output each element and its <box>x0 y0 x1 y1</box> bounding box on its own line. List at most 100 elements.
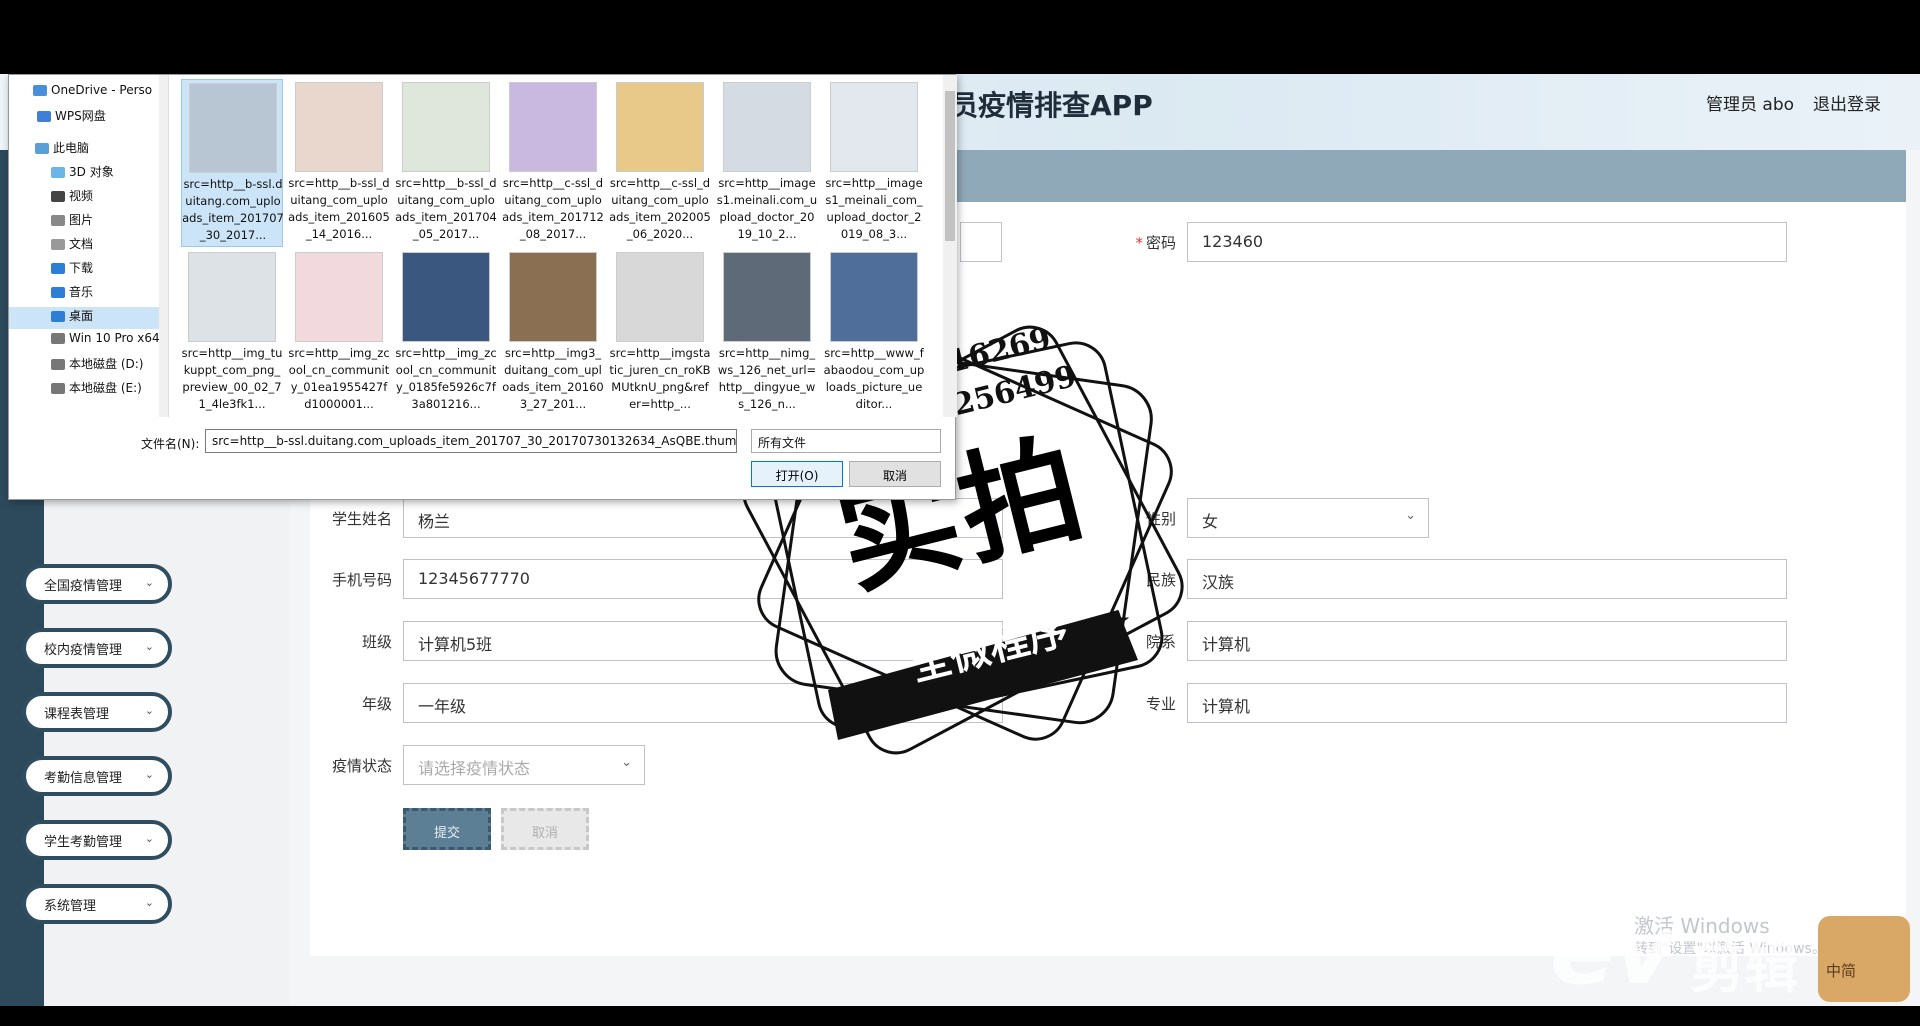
file-thumbnail[interactable]: src=http__nimg_ws_126_net_url=http__ding… <box>716 249 818 417</box>
image-icon <box>402 82 490 172</box>
file-caption: src=http__b-ssl_duitang_com_uploads_item… <box>288 176 390 241</box>
chevron-down-icon: ⌄ <box>144 640 154 653</box>
menu-student-attendance[interactable]: 学生考勤管理 ⌄ <box>22 820 172 860</box>
grade-field[interactable]: 一年级 <box>403 683 1003 723</box>
image-icon <box>295 252 383 342</box>
file-open-dialog: OneDrive - Perso WPS网盘 此电脑 3D 对象 视频 图片 文… <box>8 74 957 500</box>
file-caption: src=http__images1_meinali_com_upload_doc… <box>825 176 923 241</box>
admin-label: 管理员 abo <box>1706 95 1795 115</box>
file-thumbnail[interactable]: src=http__b-ssl_duitang_com_uploads_item… <box>395 79 497 247</box>
file-thumbnail[interactable]: src=http__b-ssl.duitang.com_uploads_item… <box>181 79 284 247</box>
file-thumbnail[interactable]: src=http__www_fabaodou_com_uploads_pictu… <box>823 249 925 417</box>
file-caption: src=http__img_zcool_cn_community_01ea195… <box>288 346 390 411</box>
class-field[interactable]: 计算机5班 <box>403 621 1003 661</box>
filename-input[interactable]: src=http__b-ssl.duitang.com_uploads_item… <box>205 429 737 453</box>
nav-label: 本地磁盘 (D:) <box>69 357 144 371</box>
scrollbar-thumb[interactable] <box>945 91 955 241</box>
chevron-down-icon: ⌄ <box>144 896 154 909</box>
image-icon <box>295 82 383 172</box>
file-thumbnail[interactable]: src=http__images1_meinali_com_upload_doc… <box>823 79 925 247</box>
file-grid-scrollbar[interactable] <box>943 75 957 417</box>
file-thumbnail[interactable]: src=http__images1.meinali.com_upload_doc… <box>716 79 818 247</box>
menu-national-epidemic[interactable]: 全国疫情管理 ⌄ <box>22 564 172 604</box>
nav-this-pc[interactable]: 此电脑 <box>35 139 168 161</box>
nav-onedrive[interactable]: OneDrive - Perso <box>33 83 168 105</box>
menu-system[interactable]: 系统管理 ⌄ <box>22 884 172 924</box>
image-icon <box>189 83 277 173</box>
file-thumbnail[interactable]: src=http__img_tukuppt_com_png_preview_00… <box>181 249 283 417</box>
nav-label: 文档 <box>69 237 94 251</box>
nav-label: 视频 <box>69 189 94 203</box>
nav-videos[interactable]: 视频 <box>51 187 168 209</box>
epidemic-status-placeholder: 请选择疫情状态 <box>418 759 531 778</box>
nav-downloads[interactable]: 下载 <box>51 259 168 281</box>
password-label: * 密码 <box>1135 234 1176 252</box>
file-caption: src=http__nimg_ws_126_net_url=http__ding… <box>717 346 817 411</box>
dog-badge-label: 中简 <box>1826 962 1857 980</box>
department-field[interactable]: 计算机 <box>1187 621 1787 661</box>
nav-desktop[interactable]: 桌面 <box>9 307 159 329</box>
nav-documents[interactable]: 文档 <box>51 235 168 257</box>
menu-label: 课程表管理 <box>44 707 110 722</box>
logout-link[interactable]: 退出登录 <box>1813 90 1881 115</box>
nav-label: 下载 <box>69 261 94 275</box>
nav-pictures[interactable]: 图片 <box>51 211 168 233</box>
open-button[interactable]: 打开(O) <box>751 461 843 487</box>
nav-label: 桌面 <box>69 309 94 323</box>
nav-music[interactable]: 音乐 <box>51 283 168 305</box>
menu-attendance-info[interactable]: 考勤信息管理 ⌄ <box>22 756 172 796</box>
ev-brand-watermark: 剪辑 <box>1690 937 1798 1000</box>
cancel-button[interactable]: 取消 <box>501 808 589 850</box>
major-field[interactable]: 计算机 <box>1187 683 1787 723</box>
nav-drive-d[interactable]: 本地磁盘 (D:) <box>51 355 168 377</box>
file-thumbnail[interactable]: src=http__img_zcool_cn_community_01ea195… <box>288 249 390 417</box>
file-thumbnail[interactable]: src=http__img3_duitang_com_uploads_item_… <box>502 249 604 417</box>
nav-drive-c[interactable]: Win 10 Pro x64 <box>51 331 168 353</box>
gender-select[interactable]: 女 ⌄ <box>1187 498 1429 538</box>
submit-button[interactable]: 提交 <box>403 808 491 850</box>
document-icon <box>51 239 65 250</box>
dialog-cancel-button[interactable]: 取消 <box>849 461 941 487</box>
chevron-down-icon: ⌄ <box>621 755 632 770</box>
file-caption: src=http__c-ssl_duitang_com_uploads_item… <box>609 176 711 241</box>
username-field-partial[interactable] <box>960 222 1002 262</box>
epidemic-status-select[interactable]: 请选择疫情状态 ⌄ <box>403 745 645 785</box>
drive-icon <box>51 333 65 344</box>
filetype-select[interactable]: 所有文件 <box>751 429 941 453</box>
image-icon <box>830 82 918 172</box>
phone-label: 手机号码 <box>331 571 392 589</box>
ethnicity-field[interactable]: 汉族 <box>1187 559 1787 599</box>
drive-icon <box>51 359 65 370</box>
download-icon <box>51 263 65 274</box>
picture-icon <box>51 215 65 226</box>
file-caption: src=http__img3_duitang_com_uploads_item_… <box>502 346 604 411</box>
menu-label: 系统管理 <box>44 899 97 914</box>
phone-field[interactable]: 12345677770 <box>403 559 1003 599</box>
menu-label: 学生考勤管理 <box>44 835 123 850</box>
file-thumbnail[interactable]: src=http__c-ssl_duitang_com_uploads_item… <box>502 79 604 247</box>
drive-icon <box>51 383 65 394</box>
nav-label: 3D 对象 <box>69 165 114 179</box>
nav-label: OneDrive - Perso <box>51 83 153 97</box>
password-field[interactable]: 123460 <box>1187 222 1787 262</box>
nav-scrollbar[interactable] <box>159 75 168 417</box>
nav-label: 此电脑 <box>53 141 90 155</box>
menu-campus-epidemic[interactable]: 校内疫情管理 ⌄ <box>22 628 172 668</box>
nav-drive-e[interactable]: 本地磁盘 (E:) <box>51 379 168 401</box>
menu-label: 校内疫情管理 <box>44 643 123 658</box>
file-thumbnail[interactable]: src=http__imgstatic_juren_cn_roKBMUtknU_… <box>609 249 711 417</box>
file-thumbnail[interactable]: src=http__c-ssl_duitang_com_uploads_item… <box>609 79 711 247</box>
nav-wps[interactable]: WPS网盘 <box>37 107 168 129</box>
menu-course-schedule[interactable]: 课程表管理 ⌄ <box>22 692 172 732</box>
file-thumbnail[interactable]: src=http__img_zcool_cn_community_0185fe5… <box>395 249 497 417</box>
nav-label: 本地磁盘 (E:) <box>69 381 142 395</box>
image-icon <box>723 82 811 172</box>
file-thumbnail[interactable]: src=http__b-ssl_duitang_com_uploads_item… <box>288 79 390 247</box>
class-label: 班级 <box>361 633 392 651</box>
dog-avatar-badge: 中简 <box>1818 916 1910 1002</box>
department-label: 院系 <box>1145 633 1176 651</box>
cube-icon <box>51 167 65 178</box>
student-name-field[interactable]: 杨兰 <box>403 498 1003 538</box>
nav-3d-objects[interactable]: 3D 对象 <box>51 163 168 185</box>
cloud-icon <box>37 111 51 122</box>
